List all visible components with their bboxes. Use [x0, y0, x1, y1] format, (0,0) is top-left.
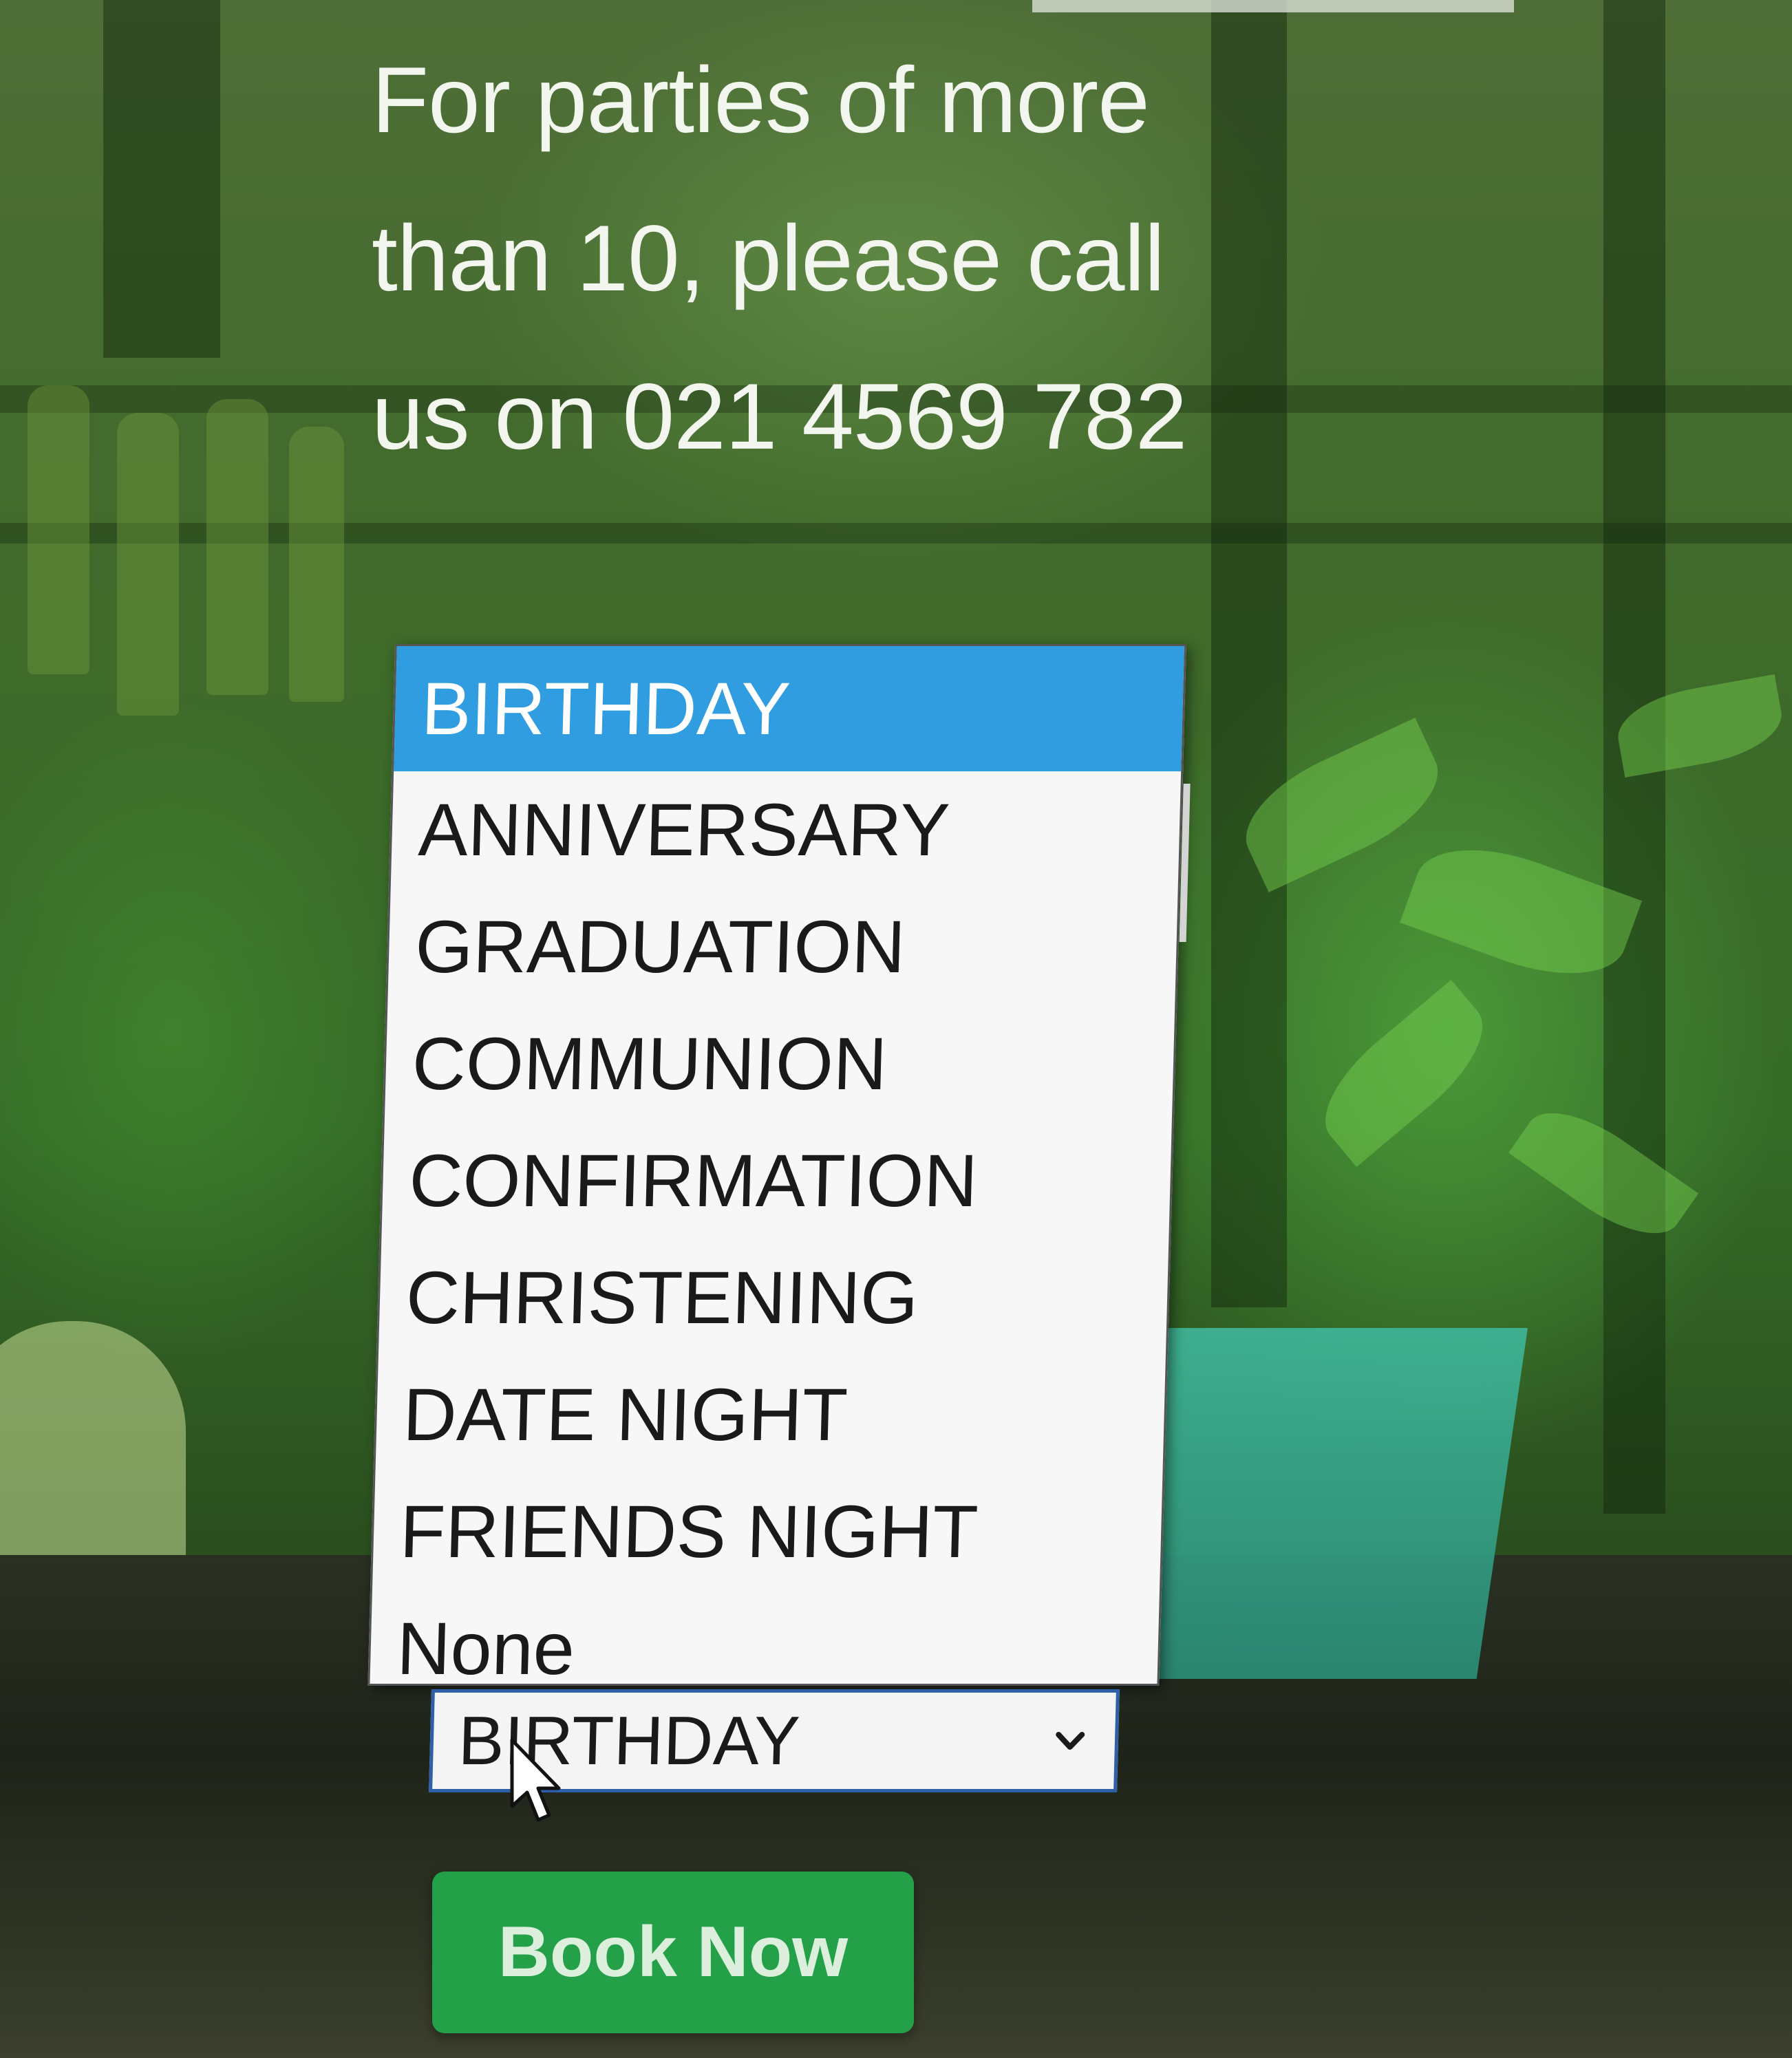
book-now-button[interactable]: Book Now	[432, 1872, 914, 2033]
option-christening[interactable]: CHRISTENING	[378, 1239, 1169, 1356]
option-graduation[interactable]: GRADUATION	[387, 888, 1177, 1005]
option-communion[interactable]: COMMUNION	[385, 1005, 1175, 1122]
large-party-notice: For parties of more than 10, please call…	[372, 21, 1232, 495]
chevron-down-icon	[1056, 1732, 1085, 1750]
option-friends-night[interactable]: FRIENDS NIGHT	[372, 1473, 1162, 1590]
notice-line-3: us on 021 4569 782	[372, 364, 1187, 469]
option-confirmation[interactable]: CONFIRMATION	[381, 1122, 1171, 1239]
mouse-cursor-icon	[510, 1738, 561, 1822]
option-date-night[interactable]: DATE NIGHT	[375, 1356, 1165, 1473]
top-input-edge	[1032, 0, 1514, 12]
notice-line-2: than 10, please call	[372, 206, 1165, 310]
list-scrollbar[interactable]	[1179, 784, 1191, 942]
occasion-options-list[interactable]: BIRTHDAY ANNIVERSARY GRADUATION COMMUNIO…	[367, 644, 1191, 1690]
notice-line-1: For parties of more	[372, 47, 1150, 152]
option-anniversary[interactable]: ANNIVERSARY	[391, 771, 1181, 888]
field-label-obscured	[385, 599, 523, 640]
option-birthday[interactable]: BIRTHDAY	[394, 646, 1184, 771]
